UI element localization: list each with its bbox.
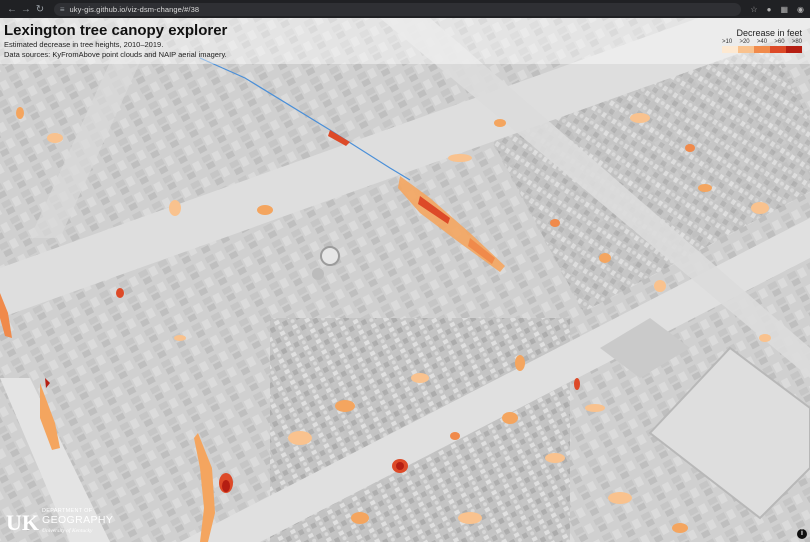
legend-swatch-10	[722, 46, 738, 53]
map-canvas[interactable]	[0, 18, 810, 542]
back-icon[interactable]: ←	[6, 4, 18, 15]
hillshade-basemap	[0, 18, 810, 542]
browser-toolbar: ← → ↻ ≡ uky-gis.github.io/viz-dsm-change…	[0, 0, 810, 18]
legend-label-80: >80	[791, 39, 802, 45]
page-title: Lexington tree canopy explorer	[4, 22, 228, 39]
legend-swatch-80	[786, 46, 802, 53]
legend-labels: >10 >20 >40 >60 >80	[722, 39, 802, 45]
legend-label-40: >40	[756, 39, 768, 45]
site-info-icon[interactable]: ≡	[60, 5, 65, 14]
logo-geography: GEOGRAPHY	[42, 514, 114, 526]
legend-label-10: >10	[722, 39, 733, 45]
uk-logo-mark: UK	[6, 510, 39, 535]
address-bar[interactable]: ≡ uky-gis.github.io/viz-dsm-change/#/38	[53, 2, 742, 16]
puzzle-icon[interactable]: ▦	[780, 5, 788, 14]
legend-swatch-20	[738, 46, 754, 53]
logo-university: University of Kentucky	[42, 528, 93, 534]
legend-swatch-40	[754, 46, 770, 53]
page-subtitle: Estimated decrease in tree heights, 2010…	[4, 40, 164, 49]
profile-icon[interactable]: ◉	[797, 5, 804, 14]
legend-title: Decrease in feet	[736, 28, 802, 38]
legend-label-20: >20	[739, 39, 750, 45]
legend-color-ramp	[722, 46, 802, 53]
legend-swatch-60	[770, 46, 786, 53]
info-button[interactable]: i	[797, 529, 807, 539]
data-sources: Data sources: KyFromAbove point clouds a…	[4, 50, 227, 59]
url-text: uky-gis.github.io/viz-dsm-change/#/38	[69, 4, 200, 14]
extension-icon[interactable]: ●	[767, 5, 772, 14]
forward-icon[interactable]: →	[20, 4, 32, 15]
legend: Decrease in feet >10 >20 >40 >60 >80	[722, 28, 802, 53]
reload-icon[interactable]: ↻	[34, 4, 46, 15]
legend-label-60: >60	[774, 39, 785, 45]
bookmark-star-icon[interactable]: ☆	[750, 5, 757, 14]
